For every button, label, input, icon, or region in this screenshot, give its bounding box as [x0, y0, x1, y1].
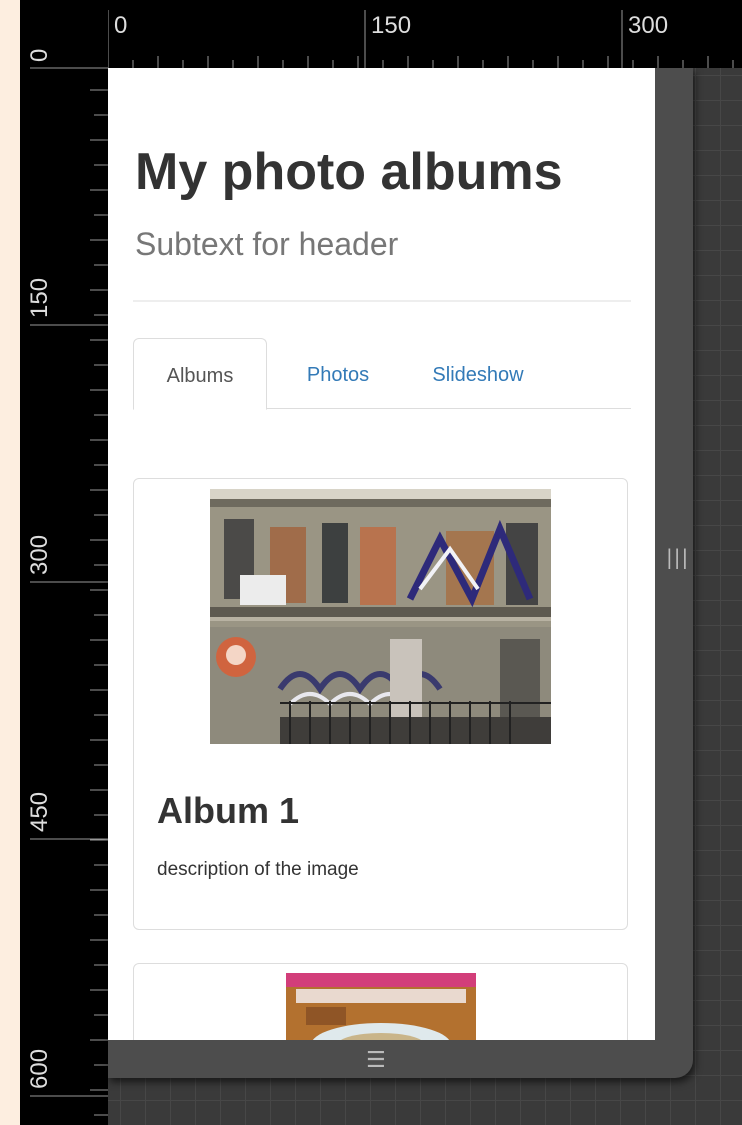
- album-title: Album 1: [157, 790, 300, 831]
- horizontal-resize-handle-icon[interactable]: ☰: [366, 1048, 386, 1073]
- food-plate-photo: [286, 973, 476, 1040]
- tab-slideshow[interactable]: Slideshow: [413, 338, 543, 408]
- album-card[interactable]: Album 1 description of the image: [133, 478, 628, 930]
- album-card[interactable]: [133, 963, 628, 1040]
- ruler-label-300: 300: [628, 12, 669, 39]
- ruler-label-v600: 600: [26, 1048, 53, 1089]
- ruler-label-v0: 0: [26, 48, 53, 62]
- ruler-label-0: 0: [114, 12, 128, 39]
- graffiti-building-photo: [210, 489, 551, 744]
- header-divider: [133, 300, 631, 302]
- page-viewport: My photo albums Subtext for header Album…: [108, 68, 655, 1040]
- tab-photos[interactable]: Photos: [283, 338, 393, 408]
- page-subtext: Subtext for header: [135, 226, 399, 262]
- top-ruler: 0 150 300: [20, 0, 742, 68]
- album-description: description of the image: [157, 859, 359, 880]
- album-tabs: Albums Photos Slideshow: [133, 338, 631, 410]
- page-title: My photo albums: [135, 143, 563, 201]
- ruler-label-150: 150: [371, 12, 412, 39]
- ruler-label-v150: 150: [26, 277, 53, 318]
- ruler-label-v300: 300: [26, 534, 53, 575]
- left-ruler: 0 150 300 450 600: [20, 0, 108, 1125]
- vertical-resize-handle-icon[interactable]: |||: [666, 545, 689, 569]
- tab-albums[interactable]: Albums: [133, 338, 267, 410]
- ruler-label-v450: 450: [26, 791, 53, 832]
